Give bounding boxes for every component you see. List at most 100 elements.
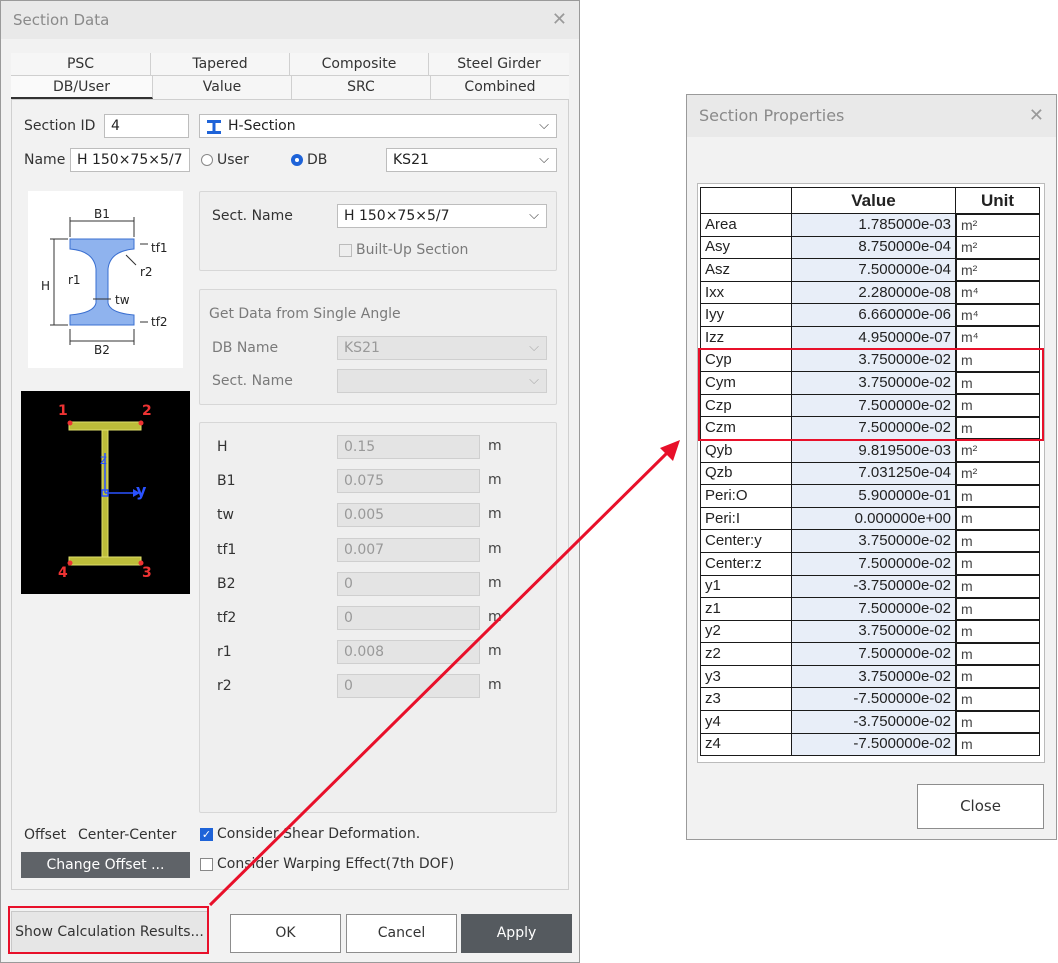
cell-value: 2.280000e-08 (791, 280, 956, 305)
offset-label: Offset (24, 827, 67, 843)
dim-label-r1: r1 (217, 644, 232, 661)
header-unit: Unit (955, 187, 1040, 214)
cell-value: 7.500000e-02 (791, 551, 956, 576)
cell-name: Qzb (700, 461, 792, 486)
dim-label-b2: B2 (217, 575, 236, 592)
preview-point-2: 2 (142, 403, 152, 419)
warping-effect-checkbox[interactable] (200, 858, 213, 871)
diagram-label-b1: B1 (94, 207, 110, 221)
cell-value: 9.819500e-03 (791, 438, 956, 463)
db-radio-label: DB (307, 152, 328, 168)
cell-value: -7.500000e-02 (791, 687, 956, 712)
tab-src[interactable]: SRC (292, 76, 431, 99)
section-id-label: Section ID (24, 118, 96, 134)
tab-steel-girder[interactable]: Steel Girder (429, 53, 569, 76)
cell-name: Center:y (700, 529, 792, 553)
apply-button[interactable]: Apply (461, 914, 572, 953)
cell-value: -7.500000e-02 (791, 732, 956, 757)
cell-value: 0.000000e+00 (791, 506, 956, 531)
db-name-label: DB Name (212, 340, 279, 356)
cell-unit: m² (956, 439, 1040, 463)
props-dialog-title: Section Properties (699, 106, 845, 125)
dim-input-tw[interactable]: 0.005 (337, 503, 480, 528)
dim-input-r1[interactable]: 0.008 (337, 640, 480, 665)
table-row: y2 3.750000e-02 m (700, 619, 1040, 644)
db-radio[interactable] (291, 154, 303, 166)
tab-row-1: PSC Tapered Composite Steel Girder (11, 53, 569, 76)
sect-name-select[interactable]: H 150×75×5/7 ⌵ (337, 204, 547, 228)
tab-row-2: DB/User Value SRC Combined (11, 76, 569, 100)
cell-name: Qyb (700, 438, 792, 463)
cell-name: z2 (700, 642, 792, 666)
section-type-select[interactable]: H-Section ⌵ (199, 114, 557, 138)
cancel-button[interactable]: Cancel (346, 914, 457, 953)
db-select-value: KS21 (393, 152, 429, 168)
section-id-input[interactable]: 4 (104, 114, 189, 138)
dim-input-r2[interactable]: 0 (337, 674, 480, 699)
shear-deformation-label: Consider Shear Deformation. (217, 826, 421, 842)
section-preview: 1 2 4 3 z y (21, 391, 190, 594)
db-select[interactable]: KS21 ⌵ (386, 148, 557, 172)
tab-db-user[interactable]: DB/User (11, 76, 153, 99)
dim-input-tf1[interactable]: 0.007 (337, 537, 480, 562)
close-icon[interactable]: ✕ (1029, 95, 1044, 137)
cell-unit: m (956, 733, 1040, 756)
table-row: Ixx 2.280000e-08 m⁴ (700, 280, 1040, 305)
name-label: Name (24, 152, 66, 168)
table-row: z1 7.500000e-02 m (700, 597, 1040, 621)
change-offset-button[interactable]: Change Offset ... (21, 852, 190, 878)
dim-input-tf2[interactable]: 0 (337, 606, 480, 630)
built-up-label: Built-Up Section (356, 242, 469, 258)
cell-unit: m (956, 552, 1040, 575)
tab-psc[interactable]: PSC (11, 53, 151, 76)
table-row: Iyy 6.660000e-06 m⁴ (700, 303, 1040, 327)
cell-value: 7.500000e-04 (791, 258, 956, 282)
cell-name: y2 (700, 619, 792, 644)
cell-value: -3.750000e-02 (791, 710, 956, 734)
cell-unit: m (956, 620, 1040, 643)
sect-name-label: Sect. Name (212, 208, 293, 224)
table-row: Qzb 7.031250e-04 m² (700, 461, 1040, 486)
tab-composite[interactable]: Composite (290, 53, 429, 76)
tab-value[interactable]: Value (153, 76, 292, 99)
tab-tapered[interactable]: Tapered (151, 53, 290, 76)
user-radio-label: User (217, 152, 249, 168)
ok-button[interactable]: OK (230, 914, 341, 953)
tab-combined[interactable]: Combined (431, 76, 569, 99)
section-data-titlebar: Section Data ✕ (1, 1, 579, 39)
sect-name2-select[interactable]: ⌵ (337, 369, 547, 393)
cell-value: 7.031250e-04 (791, 461, 956, 486)
highlight-box-calc (8, 906, 209, 954)
chevron-down-icon: ⌵ (529, 373, 539, 388)
user-radio[interactable] (201, 154, 213, 166)
table-header-row: Value Unit (700, 187, 1040, 214)
close-icon[interactable]: ✕ (552, 1, 567, 39)
close-button[interactable]: Close (917, 784, 1044, 829)
highlight-box-centroid (698, 348, 1044, 441)
dim-label-tw: tw (217, 507, 234, 524)
dim-input-h[interactable]: 0.15 (337, 435, 480, 459)
cell-unit: m² (956, 258, 1040, 282)
db-name-select[interactable]: KS21 ⌵ (337, 336, 547, 360)
cell-name: Asy (700, 235, 792, 260)
dim-unit-r1: m (488, 643, 502, 660)
dim-input-b2[interactable]: 0 (337, 571, 480, 596)
cell-value: 5.900000e-01 (791, 484, 956, 508)
dim-unit-r2: m (488, 677, 502, 694)
cell-name: Area (700, 213, 792, 237)
built-up-checkbox[interactable] (339, 244, 352, 257)
cell-value: 3.750000e-02 (791, 619, 956, 644)
dim-unit-tf2: m (488, 609, 502, 625)
name-input[interactable]: H 150×75×5/7 (70, 148, 190, 172)
db-name-value: KS21 (344, 340, 380, 356)
dim-input-b1[interactable]: 0.075 (337, 469, 480, 494)
dim-label-r2: r2 (217, 678, 232, 695)
cell-name: z1 (700, 597, 792, 621)
shear-deformation-checkbox[interactable]: ✓ (200, 828, 213, 841)
dim-unit-tw: m (488, 506, 502, 523)
dim-unit-b1: m (488, 472, 502, 489)
diagram-label-r2: r2 (140, 265, 153, 279)
table-row: Peri:O 5.900000e-01 m (700, 484, 1040, 508)
table-row: z3 -7.500000e-02 m (700, 687, 1040, 712)
table-row: Peri:I 0.000000e+00 m (700, 506, 1040, 531)
